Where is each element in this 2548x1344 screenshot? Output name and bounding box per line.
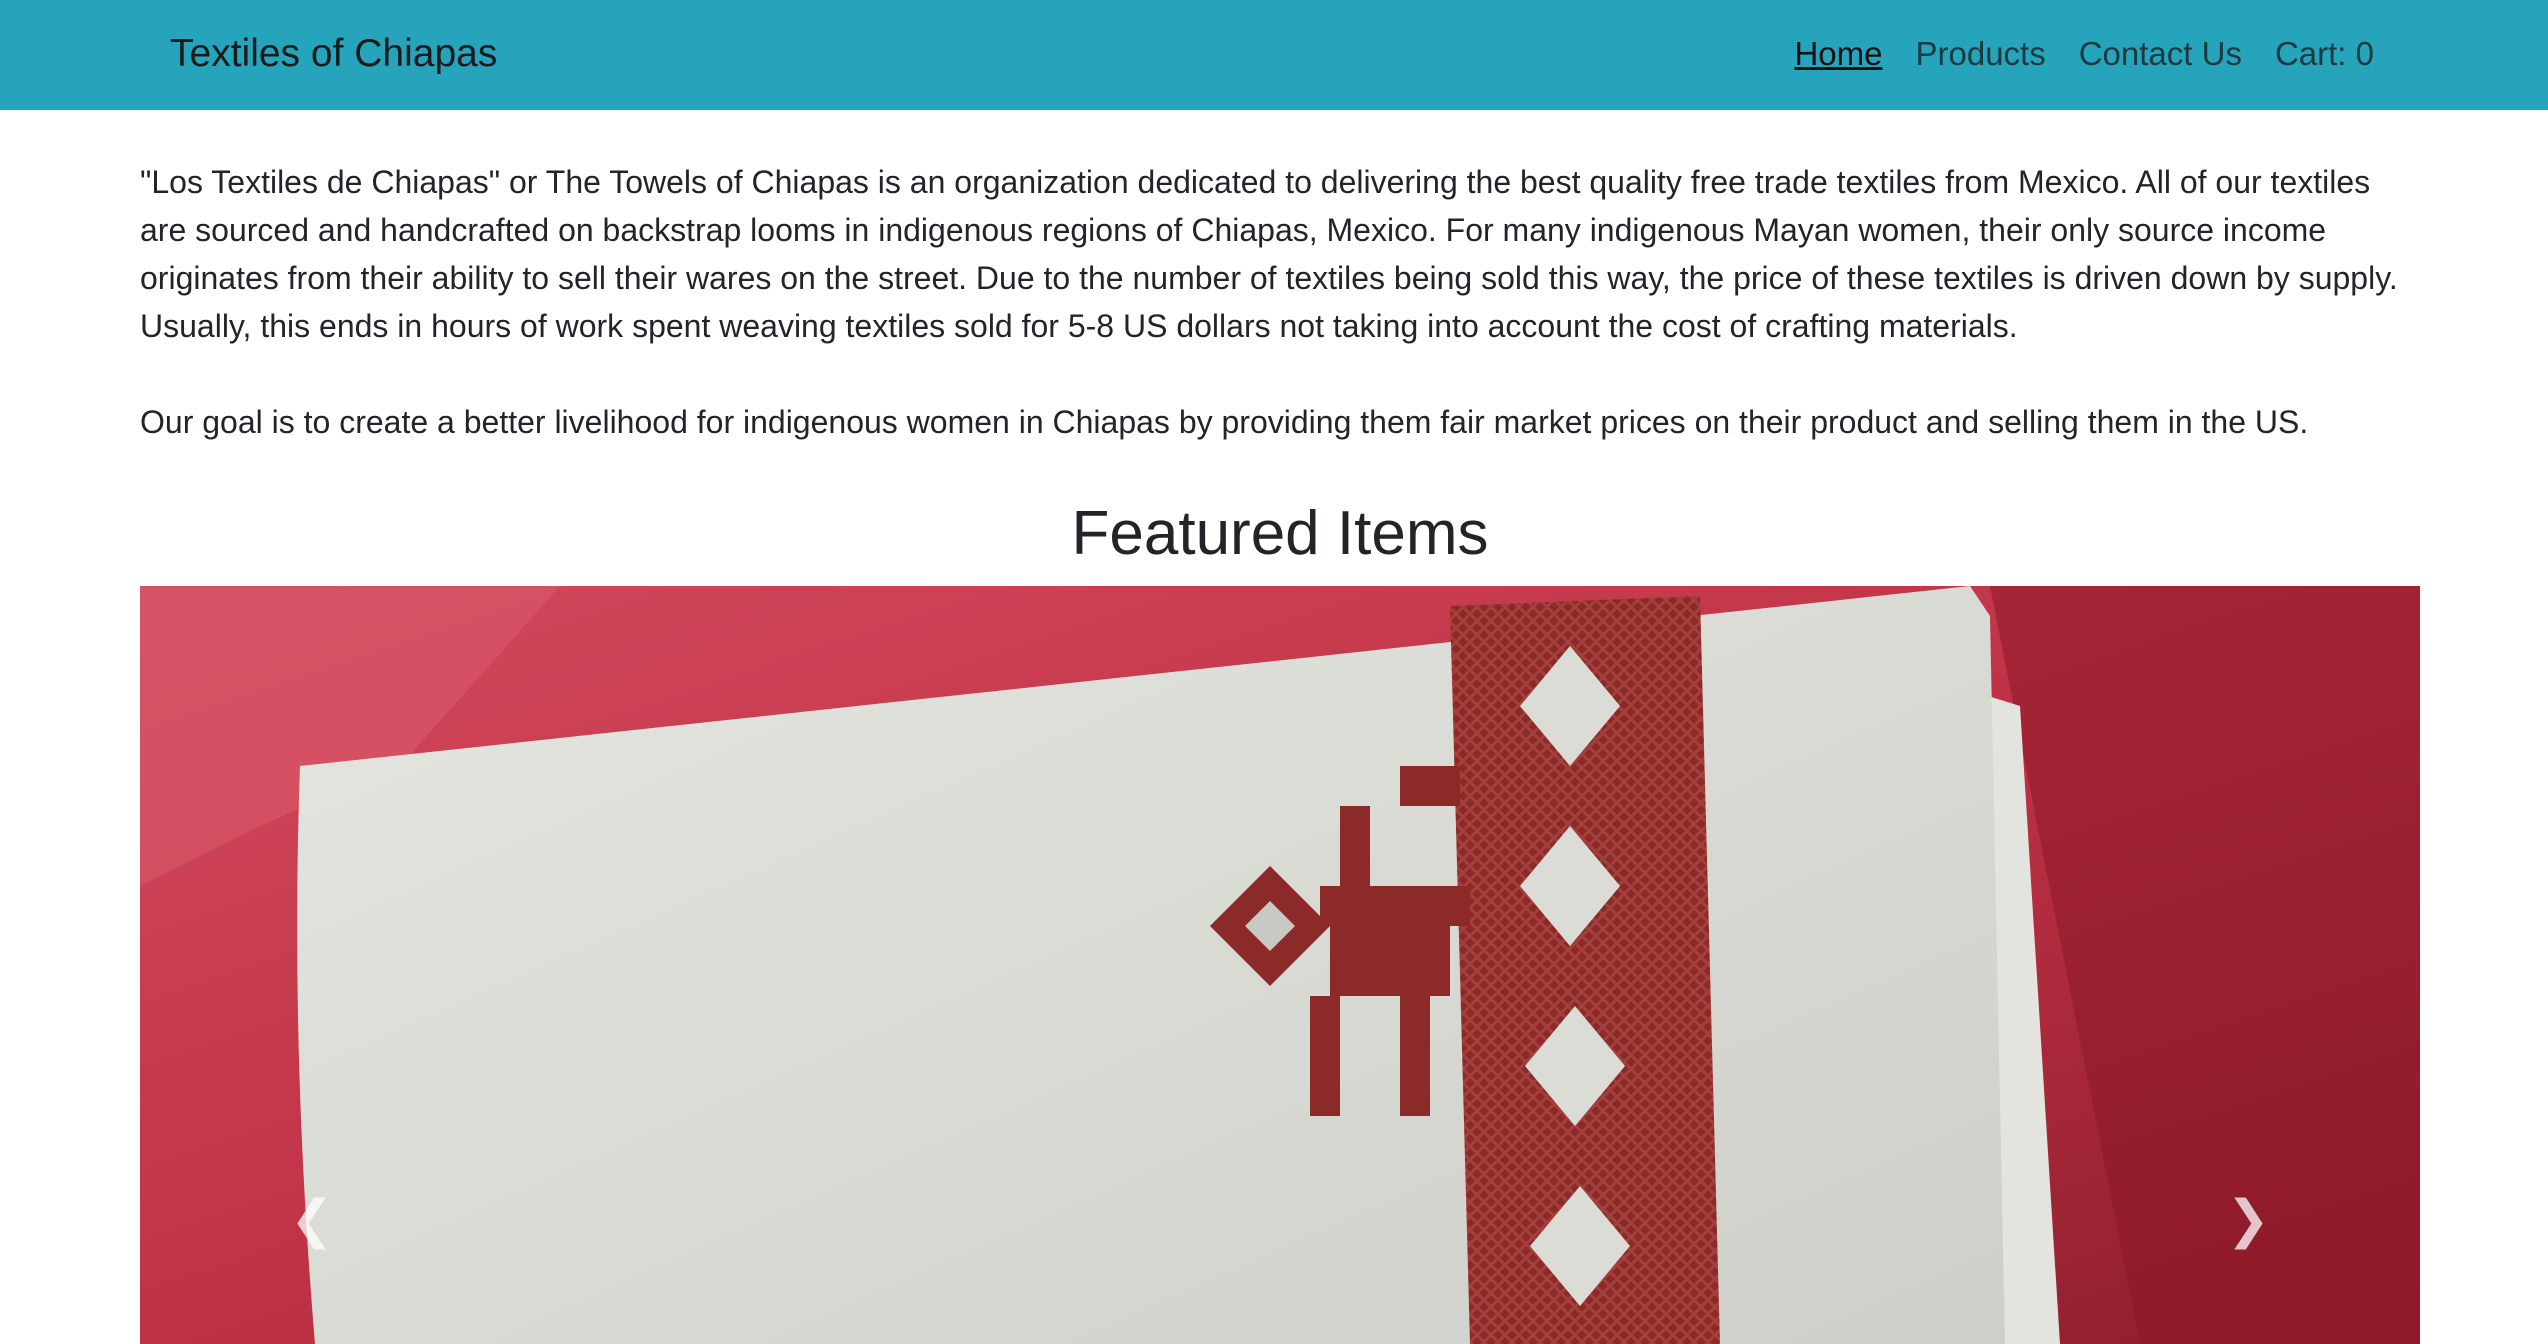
- goal-paragraph: Our goal is to create a better livelihoo…: [140, 404, 2309, 440]
- chevron-right-icon: ❯: [2226, 1190, 2270, 1250]
- nav-contact-link[interactable]: Contact Us: [2079, 28, 2242, 80]
- featured-items-heading: Featured Items: [1071, 499, 1489, 568]
- carousel-prev-button[interactable]: ❮: [140, 586, 440, 1344]
- about-paragraph: "Los Textiles de Chiapas" or The Towels …: [140, 164, 2398, 344]
- nav-products-link[interactable]: Products: [1915, 28, 2045, 80]
- nav-home-link[interactable]: Home: [1794, 28, 1882, 80]
- featured-carousel: ❮ ❯: [140, 586, 2420, 1344]
- navbar: Textiles of Chiapas Home Products Contac…: [0, 0, 2548, 110]
- carousel-image: [140, 586, 2420, 1344]
- nav-links: Home Products Contact Us Cart: 0: [1761, 28, 2374, 80]
- chevron-left-icon: ❮: [290, 1190, 334, 1250]
- carousel-next-button[interactable]: ❯: [2120, 586, 2420, 1344]
- nav-cart-link[interactable]: Cart: 0: [2275, 28, 2374, 80]
- brand-link[interactable]: Textiles of Chiapas: [170, 28, 497, 80]
